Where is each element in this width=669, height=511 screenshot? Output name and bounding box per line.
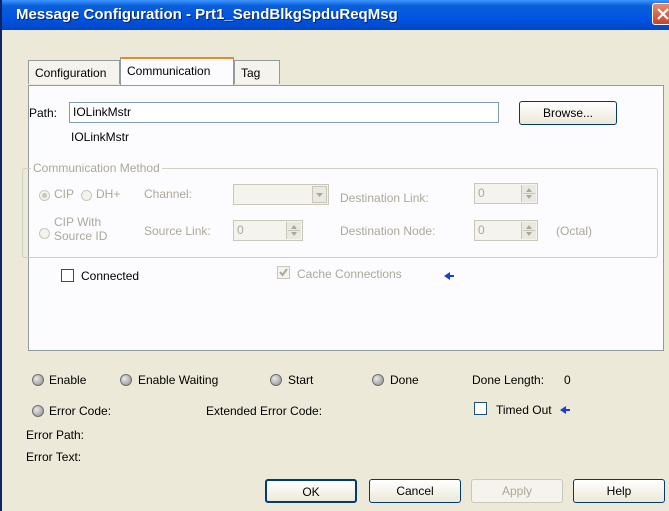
error-code-label: Error Code: <box>49 404 112 418</box>
error-path-label: Error Path: <box>26 428 85 442</box>
tab-tag[interactable]: Tag <box>234 60 280 84</box>
connected-label: Connected <box>81 269 140 283</box>
destination-link-input[interactable]: 0 <box>474 183 538 204</box>
window-title: Message Configuration - Prt1_SendBlkgSpd… <box>16 6 398 23</box>
error-text-label: Error Text: <box>26 450 82 464</box>
tab-tag-label: Tag <box>241 66 261 80</box>
error-code-indicator <box>32 405 44 417</box>
dh-plus-label: DH+ <box>96 187 121 201</box>
tab-configuration[interactable]: Configuration <box>28 60 120 84</box>
chevron-down-icon[interactable] <box>312 186 327 203</box>
cache-connections-checkbox[interactable] <box>277 266 290 279</box>
apply-button[interactable]: Apply <box>471 479 563 503</box>
connected-checkbox[interactable] <box>61 269 74 282</box>
path-label: Path: <box>29 106 58 120</box>
done-label: Done <box>390 373 419 387</box>
octal-label: (Octal) <box>556 224 592 238</box>
done-length-label: Done Length: <box>472 373 545 387</box>
source-link-value: 0 <box>237 223 244 237</box>
communication-method-legend: Communication Method <box>31 161 162 175</box>
enable-waiting-label: Enable Waiting <box>138 373 219 387</box>
path-input[interactable]: IOLinkMstr <box>69 102 499 123</box>
start-label: Start <box>288 373 314 387</box>
done-indicator <box>372 374 384 386</box>
destination-link-label: Destination Link: <box>340 191 429 205</box>
source-link-spinner[interactable] <box>286 222 301 239</box>
timed-out-checkbox[interactable] <box>474 402 487 415</box>
tab-communication-label: Communication <box>127 64 211 78</box>
source-link-input[interactable]: 0 <box>233 220 303 241</box>
destination-link-value: 0 <box>478 186 485 200</box>
destination-node-value: 0 <box>478 223 485 237</box>
cache-connections-label: Cache Connections <box>297 267 402 281</box>
destination-node-input[interactable]: 0 <box>474 220 538 241</box>
channel-label: Channel: <box>144 187 193 201</box>
timed-out-label: Timed Out <box>496 403 552 417</box>
browse-button[interactable]: Browse... <box>519 101 617 125</box>
destination-node-spinner[interactable] <box>521 222 536 239</box>
cancel-button[interactable]: Cancel <box>369 479 461 503</box>
dh-plus-radio[interactable] <box>81 190 92 201</box>
cip-with-label: CIP With <box>54 215 102 229</box>
checkmark-icon <box>279 268 288 277</box>
title-bar[interactable]: Message Configuration - Prt1_SendBlkgSpd… <box>2 0 669 30</box>
channel-select[interactable] <box>233 184 329 205</box>
destination-link-spinner[interactable] <box>521 185 536 202</box>
cip-label: CIP <box>54 187 75 201</box>
source-id-label: Source ID <box>54 229 108 243</box>
start-indicator <box>270 374 282 386</box>
resolved-path-text: IOLinkMstr <box>71 130 130 144</box>
cip-radio[interactable] <box>39 190 50 201</box>
destination-node-label: Destination Node: <box>340 224 436 238</box>
communication-method-group: Communication Method CIP DH+ Channel: De… <box>22 161 658 258</box>
enable-label: Enable <box>49 373 87 387</box>
enable-waiting-indicator <box>120 374 132 386</box>
help-button[interactable]: Help <box>573 479 665 503</box>
tab-configuration-label: Configuration <box>35 66 107 80</box>
close-icon <box>657 8 669 20</box>
cip-with-source-id-radio[interactable] <box>39 228 50 239</box>
tab-communication[interactable]: Communication <box>120 57 234 85</box>
close-button[interactable] <box>652 3 669 25</box>
message-configuration-dialog: Message Configuration - Prt1_SendBlkgSpd… <box>0 0 669 511</box>
done-length-value: 0 <box>564 373 571 387</box>
ok-button[interactable]: OK <box>265 479 357 503</box>
enable-indicator <box>32 374 44 386</box>
pointer-arrow-icon <box>444 272 454 280</box>
communication-panel: Path: IOLinkMstr IOLinkMstr Browse... Co… <box>22 85 664 351</box>
extended-error-code-label: Extended Error Code: <box>206 404 323 418</box>
pointer-arrow-icon <box>560 406 570 414</box>
source-link-label: Source Link: <box>144 224 211 238</box>
